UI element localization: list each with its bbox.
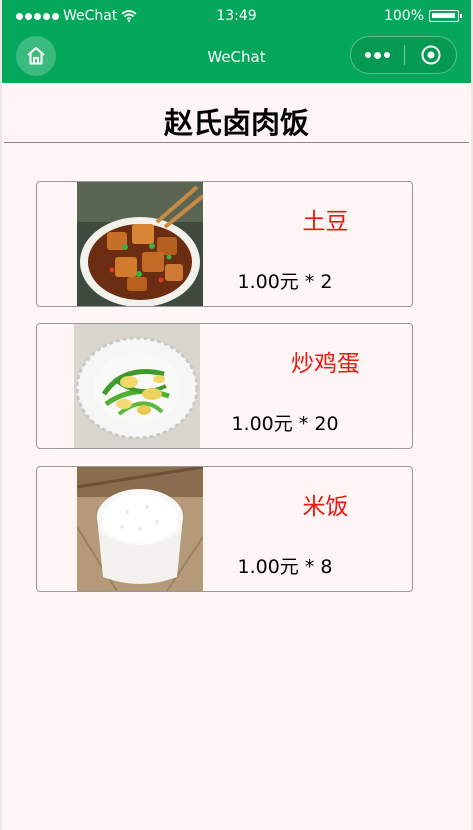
item-name: 炒鸡蛋: [291, 351, 360, 377]
item-price: 1.00元 * 8: [237, 556, 333, 578]
status-bar: WeChat 13:49 100%: [2, 0, 471, 32]
page-title: 赵氏卤肉饭: [163, 106, 309, 140]
capsule-menu: [350, 36, 457, 74]
battery-icon: [429, 10, 462, 22]
item-name: 土豆: [302, 209, 349, 235]
battery-percent: 100%: [383, 8, 424, 24]
more-button[interactable]: [351, 37, 404, 73]
title-divider: [4, 142, 469, 143]
close-button[interactable]: [405, 37, 456, 73]
item-info: 米饭 1.00元 * 8: [237, 467, 414, 591]
item-name: 米饭: [302, 494, 349, 520]
mini-program-page: WeChat 13:49 100% WeChat 赵氏卤肉饭 土豆 1.00元 …: [0, 0, 473, 830]
status-right: 100%: [383, 8, 462, 24]
order-item-card[interactable]: 土豆 1.00元 * 2: [36, 181, 413, 307]
item-price: 1.00元 * 2: [237, 271, 333, 293]
item-price: 1.00元 * 20: [231, 413, 339, 435]
order-item-card[interactable]: 米饭 1.00元 * 8: [36, 466, 413, 592]
item-info: 土豆 1.00元 * 2: [237, 182, 414, 306]
item-info: 炒鸡蛋 1.00元 * 20: [231, 324, 414, 448]
navigation-bar: WeChat: [2, 32, 471, 83]
order-item-card[interactable]: 炒鸡蛋 1.00元 * 20: [36, 323, 413, 449]
more-dots-icon: [365, 52, 371, 58]
target-close-icon: [421, 45, 440, 65]
